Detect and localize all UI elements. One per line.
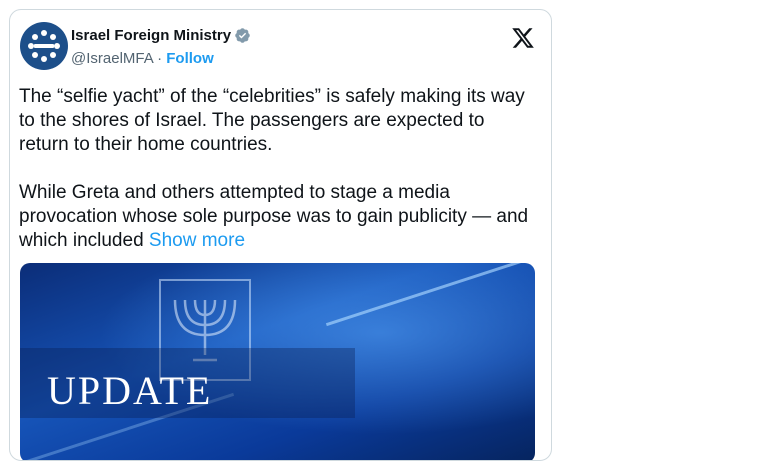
avatar[interactable] [20,22,68,70]
author-name-row[interactable]: Israel Foreign Ministry [71,27,251,44]
tweet-card[interactable]: Israel Foreign Ministry @IsraelMFA · Fol… [9,9,552,461]
verified-badge-icon [235,28,250,43]
author-handle[interactable]: @IsraelMFA [71,50,153,67]
tweet-paragraph-1: The “selfie yacht” of the “celebrities” … [19,86,525,155]
tweet-paragraph-2: While Greta and others attempted to stag… [19,181,529,253]
tweet-text: The “selfie yacht” of the “celebrities” … [19,85,529,253]
avatar-emblem-icon [26,28,62,64]
separator: · [152,50,167,67]
tweet-media-image[interactable] [20,263,535,460]
show-more-link[interactable]: Show more [149,230,245,251]
tweet-paragraph-2-text: While Greta and others attempted to stag… [19,182,529,251]
light-streak [325,263,535,327]
author-display-name[interactable]: Israel Foreign Ministry [71,27,231,44]
author-handle-row: @IsraelMFA · Follow [71,50,214,67]
follow-button[interactable]: Follow [166,50,214,67]
media-overlay-text: UPDATE [47,368,213,413]
x-logo-icon[interactable] [511,26,535,50]
